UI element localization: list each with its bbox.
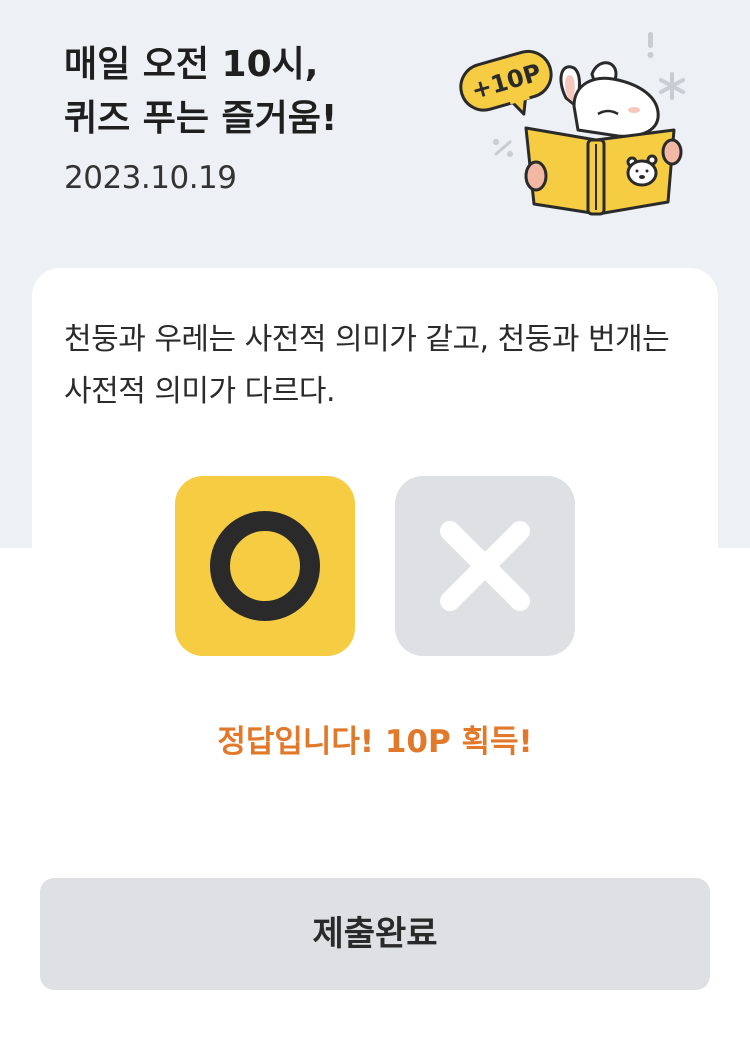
answer-x-button[interactable]	[395, 476, 575, 656]
submit-button[interactable]: 제출완료	[40, 878, 710, 990]
circle-o-icon	[210, 511, 320, 621]
quiz-page: 매일 오전 10시, 퀴즈 푸는 즐거움! 2023.10.19 +10P 천둥…	[0, 0, 750, 1049]
page-title: 매일 오전 10시, 퀴즈 푸는 즐거움!	[64, 38, 424, 146]
points-badge: +10P	[459, 49, 553, 116]
quiz-date: 2023.10.19	[64, 160, 237, 196]
rabbit	[559, 61, 660, 138]
book	[524, 126, 676, 216]
quiz-question: 천둥과 우레는 사전적 의미가 같고, 천둥과 번개는 사전적 의미가 다르다.	[64, 322, 670, 409]
cross-x-icon	[440, 521, 530, 611]
answer-o-button[interactable]	[175, 476, 355, 656]
title-line-1: 매일 오전 10시,	[64, 44, 319, 85]
rabbit-reading-book-icon: +10P	[459, 32, 685, 216]
result-message: 정답입니다! 10P 획득!	[217, 724, 533, 760]
title-line-2: 퀴즈 푸는 즐거움!	[64, 98, 338, 139]
